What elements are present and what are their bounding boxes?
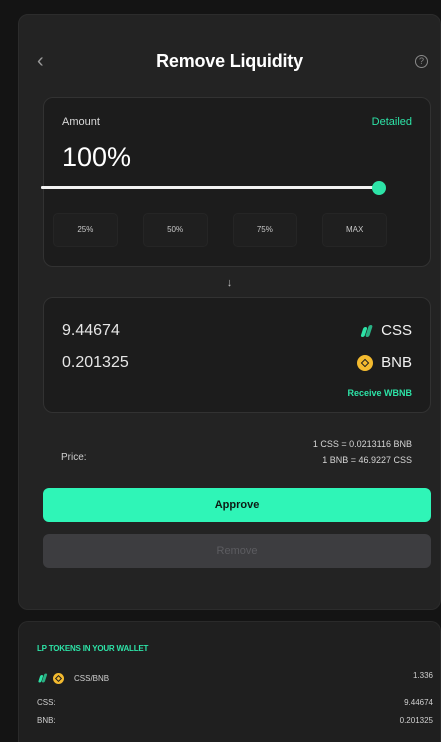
price-bnb-css: 1 BNB = 46.9227 CSS [322, 455, 412, 465]
preset-50-button[interactable]: 50% [142, 213, 208, 247]
remove-liquidity-card: ‹ Remove Liquidity ? Amount Detailed 100… [18, 14, 441, 610]
help-icon[interactable]: ? [415, 55, 428, 68]
amount-value: 100% [62, 142, 132, 172]
bnb-token-label: BNB [381, 354, 412, 371]
css-token: CSS [361, 322, 412, 339]
wallet-css-label: CSS: [37, 698, 56, 707]
wallet-css-value: 9.44674 [404, 698, 433, 707]
wallet-bnb-value: 0.201325 [399, 716, 433, 725]
css-token-icon [39, 673, 48, 684]
preset-max-button[interactable]: MAX [322, 213, 387, 247]
wallet-bnb-label: BNB: [37, 716, 56, 725]
slider-thumb[interactable] [372, 180, 386, 195]
approve-button[interactable]: Approve [43, 488, 431, 522]
bnb-amount: 0.201325 [62, 354, 129, 371]
pair-amount: 1.336 [412, 671, 433, 680]
preset-25-button[interactable]: 25% [53, 213, 118, 247]
header: ‹ Remove Liquidity ? [19, 15, 440, 107]
wallet-css-row: CSS: 9.44674 [37, 698, 433, 707]
css-token-icon [361, 324, 373, 338]
arrow-down-icon: ↓ [226, 277, 233, 289]
amount-label: Amount [62, 116, 100, 128]
page-title: Remove Liquidity [156, 51, 303, 71]
bnb-token-icon [53, 672, 64, 684]
detailed-link[interactable]: Detailed [372, 116, 412, 128]
css-token-label: CSS [381, 322, 412, 339]
price-label: Price: [61, 452, 87, 463]
preset-buttons: 25% 50% 75% MAX [53, 213, 387, 247]
wallet-title: LP TOKENS IN YOUR WALLET [37, 644, 149, 653]
preset-75-button[interactable]: 75% [232, 213, 298, 247]
bnb-token: BNB [357, 354, 412, 371]
wallet-pair-row: CSS/BNB 1.336 [37, 671, 433, 685]
remove-button[interactable]: Remove [43, 534, 431, 568]
receive-panel: 9.44674 CSS 0.201325 BNB Receive WBNB [43, 297, 431, 413]
wallet-bnb-row: BNB: 0.201325 [37, 716, 433, 725]
price-css-bnb: 1 CSS = 0.0213116 BNB [312, 439, 412, 449]
pair-label: CSS/BNB [37, 671, 433, 685]
lp-wallet-card: LP TOKENS IN YOUR WALLET CSS/BNB 1.336 C… [18, 621, 441, 742]
css-amount: 9.44674 [62, 322, 120, 339]
amount-slider[interactable] [41, 180, 386, 195]
receive-wbnb-link[interactable]: Receive WBNB [347, 388, 412, 398]
bnb-token-icon [357, 354, 374, 371]
pair-name: CSS/BNB [74, 673, 110, 683]
slider-fill [41, 186, 379, 189]
